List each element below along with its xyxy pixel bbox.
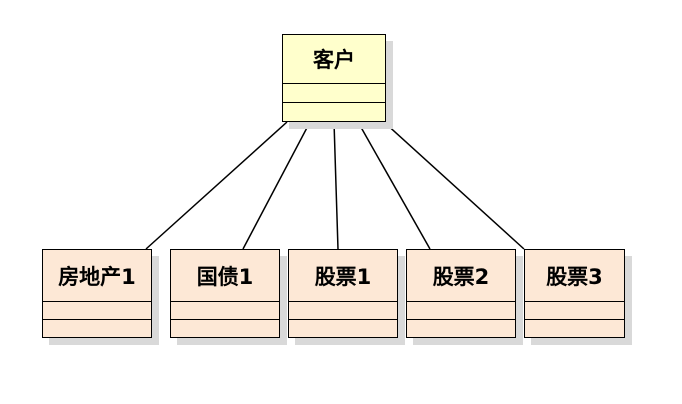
class-client-attributes — [283, 83, 385, 102]
class-stock-1-operations — [289, 319, 397, 337]
class-stock-1-attributes — [289, 301, 397, 319]
class-stock-3[interactable]: 股票3 — [524, 249, 625, 338]
class-real-estate-1-attributes — [43, 301, 151, 319]
uml-class-diagram: 客户 房地产1 国债1 股票1 股票2 股票3 — [0, 0, 682, 404]
class-bond-1-operations — [171, 319, 279, 337]
class-stock-1[interactable]: 股票1 — [288, 249, 398, 338]
association-line-stock-1 — [333, 121, 339, 250]
class-bond-1[interactable]: 国债1 — [170, 249, 280, 338]
class-stock-2-operations — [407, 319, 515, 337]
class-stock-3-operations — [525, 319, 624, 337]
class-real-estate-1-name: 房地产1 — [58, 264, 136, 289]
class-real-estate-1[interactable]: 房地产1 — [42, 249, 152, 338]
association-line-bond — [242, 121, 311, 250]
class-bond-1-attributes — [171, 301, 279, 319]
association-line-stock-3 — [383, 121, 525, 250]
association-line-real-estate — [145, 121, 288, 250]
class-bond-1-name: 国债1 — [196, 264, 254, 289]
class-stock-2[interactable]: 股票2 — [406, 249, 516, 338]
class-client-name: 客户 — [313, 48, 355, 73]
class-stock-1-name: 股票1 — [314, 264, 372, 289]
class-real-estate-1-operations — [43, 319, 151, 337]
class-stock-3-attributes — [525, 301, 624, 319]
class-stock-2-attributes — [407, 301, 515, 319]
class-stock-2-name: 股票2 — [432, 264, 490, 289]
class-stock-3-name: 股票3 — [546, 264, 603, 289]
class-client[interactable]: 客户 — [282, 34, 386, 122]
association-line-stock-2 — [357, 121, 431, 250]
class-client-operations — [283, 102, 385, 121]
